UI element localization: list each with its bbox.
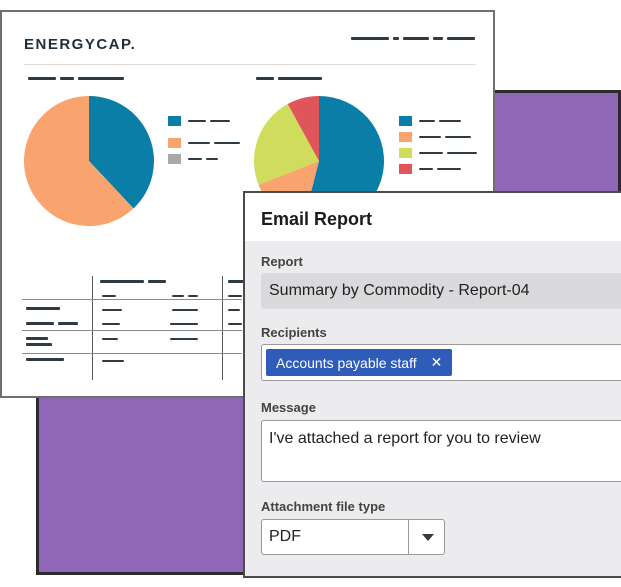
table-cell-placeholder: [102, 323, 120, 325]
table-cell-placeholder: [58, 322, 78, 325]
dialog-header: Email Report: [245, 193, 621, 241]
close-icon[interactable]: ✕: [431, 354, 443, 371]
table-cell-placeholder: [102, 338, 118, 340]
table-cell-placeholder: [26, 358, 64, 361]
table-cell-placeholder: [228, 309, 240, 311]
table-column-divider: [222, 276, 223, 380]
chart-title-placeholder: [278, 77, 322, 80]
legend-swatch-orange: [399, 132, 412, 142]
table-cell-placeholder: [172, 295, 184, 297]
legend-placeholder-text: [419, 120, 435, 122]
caret-down-icon[interactable]: [422, 534, 434, 541]
header-placeholder-text: [433, 37, 443, 40]
chart-title-placeholder: [28, 77, 56, 80]
table-row-divider: [22, 330, 242, 331]
legend-swatch-orange: [168, 138, 181, 148]
legend-placeholder-text: [419, 168, 433, 170]
report-field: Summary by Commodity - Report-04: [261, 273, 621, 309]
table-cell-placeholder: [102, 295, 116, 297]
legend-placeholder-text: [437, 168, 461, 170]
table-cell-placeholder: [26, 337, 48, 340]
header-placeholder-text: [447, 37, 475, 40]
legend-placeholder-text: [188, 120, 206, 122]
dialog-title: Email Report: [261, 209, 373, 229]
header-divider: [24, 64, 476, 65]
attachment-file-type-select[interactable]: PDF: [261, 519, 445, 555]
table-cell-placeholder: [170, 323, 198, 325]
legend-swatch-red: [399, 164, 412, 174]
header-placeholder-text: [351, 37, 389, 40]
message-textarea[interactable]: I've attached a report for you to review: [261, 420, 621, 482]
legend-swatch-blue: [399, 116, 412, 126]
recipients-label: Recipients: [261, 325, 327, 340]
chart-title-placeholder: [78, 77, 124, 80]
table-cell-placeholder: [188, 295, 198, 297]
report-label: Report: [261, 254, 303, 269]
legend-placeholder-text: [210, 120, 230, 122]
legend-swatch-gray: [168, 154, 181, 164]
legend-placeholder-text: [419, 136, 441, 138]
energycap-logo: ENERGYCAP.: [24, 36, 137, 53]
chart-title-placeholder: [256, 77, 274, 80]
attachment-file-type-label: Attachment file type: [261, 499, 386, 514]
table-header-placeholder: [100, 280, 144, 283]
table-cell-placeholder: [228, 295, 242, 297]
attachment-file-type-value: PDF: [269, 528, 301, 545]
message-label: Message: [261, 400, 316, 415]
header-placeholder-text: [393, 37, 399, 40]
table-cell-placeholder: [26, 307, 60, 310]
email-report-dialog: Email Report Report Summary by Commodity…: [243, 191, 621, 578]
table-cell-placeholder: [170, 338, 198, 340]
table-row-divider: [22, 299, 242, 300]
table-cell-placeholder: [228, 323, 242, 325]
select-divider: [408, 520, 409, 554]
legend-swatch-yellow-green: [399, 148, 412, 158]
legend-placeholder-text: [188, 158, 202, 160]
legend-swatch-blue: [168, 116, 181, 126]
table-row-divider: [22, 353, 242, 354]
legend-placeholder-text: [439, 120, 461, 122]
legend-placeholder-text: [214, 142, 240, 144]
left-pie-chart: [24, 96, 155, 226]
legend-placeholder-text: [447, 152, 477, 154]
recipients-input[interactable]: Accounts payable staff ✕: [261, 344, 621, 381]
table-cell-placeholder: [102, 360, 124, 362]
table-cell-placeholder: [102, 309, 122, 311]
table-cell-placeholder: [26, 322, 54, 325]
legend-placeholder-text: [188, 142, 210, 144]
legend-placeholder-text: [206, 158, 218, 160]
recipient-chip[interactable]: Accounts payable staff ✕: [266, 349, 453, 376]
table-column-divider: [92, 276, 93, 380]
table-cell-placeholder: [172, 309, 198, 311]
table-cell-placeholder: [26, 343, 52, 346]
legend-placeholder-text: [445, 136, 471, 138]
legend-placeholder-text: [419, 152, 443, 154]
chart-title-placeholder: [60, 77, 74, 80]
table-header-placeholder: [148, 280, 166, 283]
recipient-chip-label: Accounts payable staff: [276, 354, 417, 371]
header-placeholder-text: [403, 37, 429, 40]
